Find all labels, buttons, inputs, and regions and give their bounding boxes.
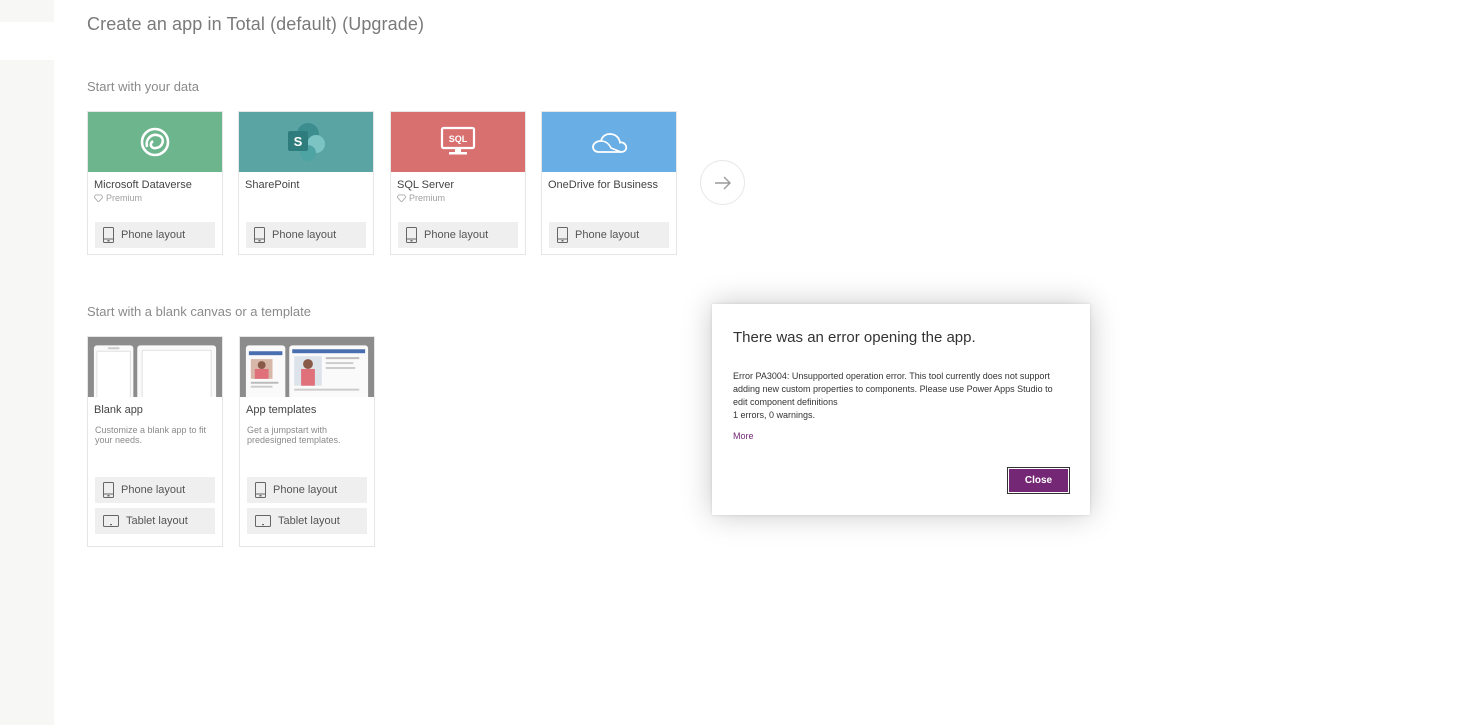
error-dialog: There was an error opening the app. Erro… [712, 304, 1090, 515]
next-arrow-button[interactable] [700, 160, 745, 205]
phone-layout-button[interactable]: Phone layout [398, 222, 518, 248]
phone-layout-button[interactable]: Phone layout [549, 222, 669, 248]
tablet-icon [255, 515, 271, 527]
card-app-templates[interactable]: App templates Get a jumpstart with prede… [239, 336, 375, 547]
phone-icon [557, 227, 568, 243]
phone-icon [103, 482, 114, 498]
layout-label: Tablet layout [126, 515, 188, 527]
sql-server-banner: SQL [391, 112, 525, 172]
sharepoint-icon: S [288, 123, 325, 161]
sharepoint-letter: S [294, 134, 303, 149]
arrow-right-icon [714, 176, 731, 189]
layout-label: Phone layout [121, 484, 186, 496]
phone-layout-button[interactable]: Phone layout [246, 222, 366, 248]
sharepoint-banner: S [239, 112, 373, 172]
card-name: SQL Server [397, 179, 455, 191]
premium-badge-empty [239, 190, 373, 203]
card-name: Microsoft Dataverse [94, 179, 192, 191]
card-name: OneDrive for Business [548, 179, 659, 191]
page-title: Create an app in Total (default) (Upgrad… [87, 14, 425, 34]
premium-label: Premium [409, 192, 446, 203]
sql-server-icon: SQL [440, 126, 476, 155]
app-templates-illustration [245, 345, 369, 397]
phone-icon [255, 482, 266, 498]
card-name: Blank app [94, 404, 143, 416]
section-title-data: Start with your data [87, 79, 199, 94]
phone-layout-button[interactable]: Phone layout [247, 477, 367, 503]
blank-app-illustration [93, 345, 217, 397]
card-description: Customize a blank app to fit your needs. [95, 425, 207, 445]
diamond-icon [94, 193, 103, 202]
error-message: Error PA3004: Unsupported operation erro… [733, 371, 1053, 407]
card-sql-server[interactable]: SQL SQL Server Premium Phone layout [390, 111, 526, 255]
premium-badge-empty [542, 190, 676, 203]
layout-label: Phone layout [121, 229, 186, 241]
dataverse-banner [88, 112, 222, 172]
tablet-layout-button[interactable]: Tablet layout [95, 508, 215, 534]
tablet-icon [103, 515, 119, 527]
card-onedrive[interactable]: OneDrive for Business Phone layout [541, 111, 677, 255]
onedrive-icon [592, 133, 628, 153]
card-name: SharePoint [245, 179, 300, 191]
sql-text: SQL [449, 134, 468, 144]
section-title-templates: Start with a blank canvas or a template [87, 304, 312, 319]
left-rail [0, 0, 54, 725]
tablet-layout-button[interactable]: Tablet layout [247, 508, 367, 534]
premium-badge: Premium [88, 190, 222, 203]
more-link[interactable]: More [733, 431, 754, 441]
phone-icon [254, 227, 265, 243]
layout-label: Phone layout [575, 229, 640, 241]
error-summary: 1 errors, 0 warnings. [733, 410, 816, 420]
layout-label: Tablet layout [278, 515, 340, 527]
phone-layout-button[interactable]: Phone layout [95, 477, 215, 503]
close-button[interactable]: Close [1007, 467, 1070, 494]
dialog-title: There was an error opening the app. [733, 329, 976, 346]
layout-label: Phone layout [424, 229, 489, 241]
card-name: App templates [246, 404, 317, 416]
blank-app-preview [88, 337, 222, 397]
card-blank-app[interactable]: Blank app Customize a blank app to fit y… [87, 336, 223, 547]
card-description: Get a jumpstart with predesigned templat… [247, 425, 341, 445]
onedrive-banner [542, 112, 676, 172]
rail-selected-item[interactable] [0, 22, 54, 60]
phone-layout-button[interactable]: Phone layout [95, 222, 215, 248]
app-templates-preview [240, 337, 374, 397]
layout-label: Phone layout [273, 484, 338, 496]
premium-label: Premium [106, 192, 143, 203]
premium-badge: Premium [391, 190, 525, 203]
card-sharepoint[interactable]: S SharePoint Phone layout [238, 111, 374, 255]
dialog-message: Error PA3004: Unsupported operation erro… [733, 370, 1063, 422]
phone-icon [103, 227, 114, 243]
dataverse-icon [140, 127, 170, 157]
diamond-icon [397, 193, 406, 202]
card-dataverse[interactable]: Microsoft Dataverse Premium Phone layout [87, 111, 223, 255]
layout-label: Phone layout [272, 229, 337, 241]
phone-icon [406, 227, 417, 243]
